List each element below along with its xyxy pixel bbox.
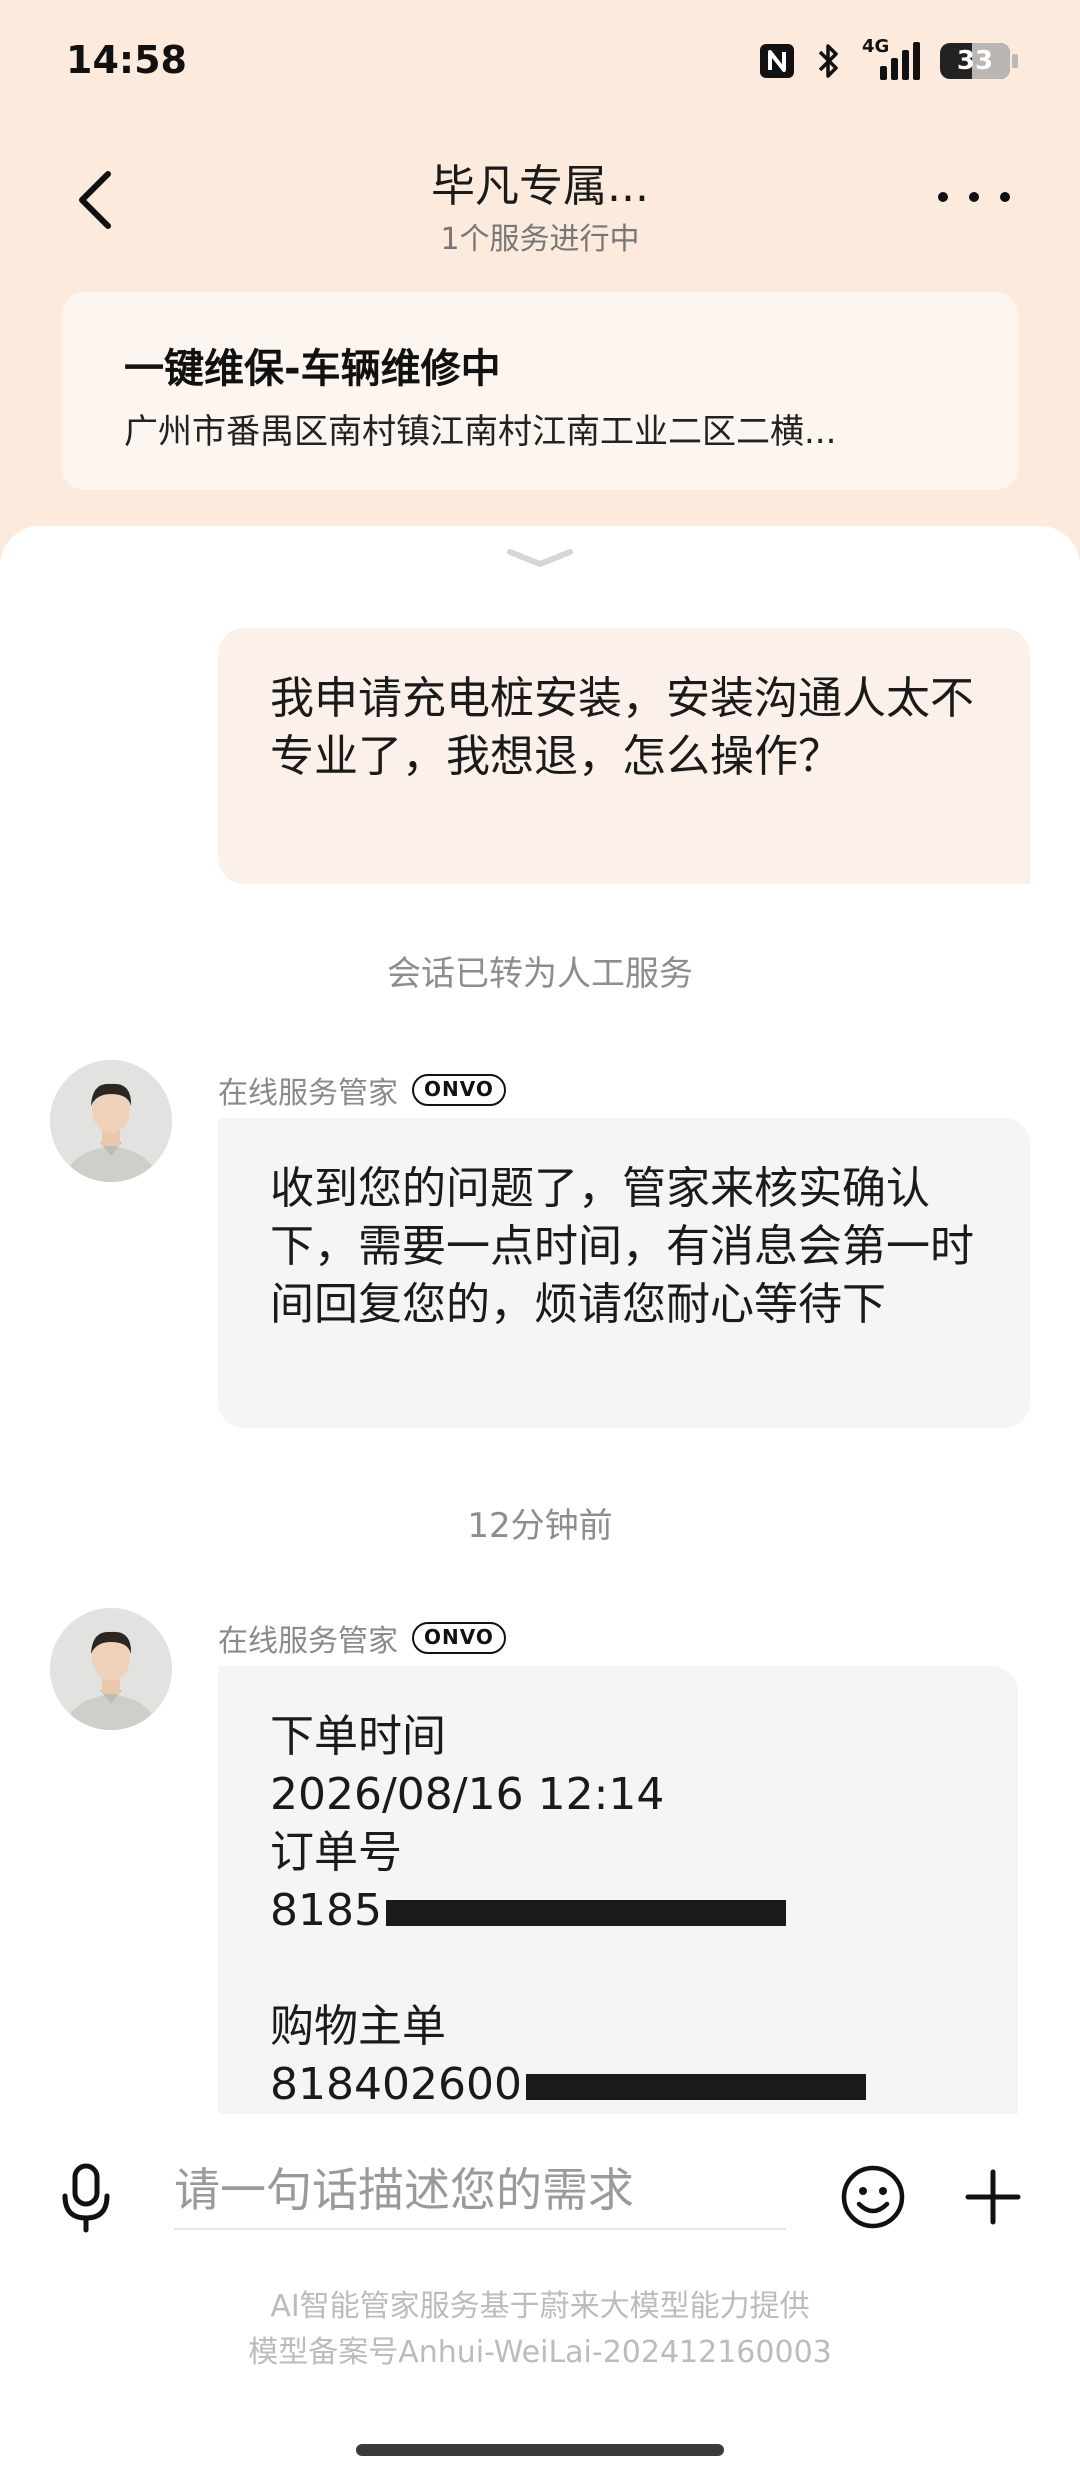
dot-icon	[1000, 192, 1010, 202]
status-icons: 4G 33	[758, 36, 1018, 82]
service-address: 广州市番禺区南村镇江南村江南工业二区二横...	[124, 412, 837, 452]
microphone-icon[interactable]	[58, 2162, 114, 2234]
message-input[interactable]: 请一句话描述您的需求	[174, 2158, 786, 2230]
more-options-button[interactable]	[938, 182, 1010, 212]
dot-icon	[938, 192, 948, 202]
order-number-row: 8185	[270, 1882, 966, 1940]
page-title: 毕凡专属...	[431, 161, 649, 212]
onvo-badge: ONVO	[412, 1074, 506, 1106]
bluetooth-icon	[818, 44, 838, 78]
order-number-label: 订单号	[270, 1827, 402, 1878]
agent-avatar[interactable]	[50, 1060, 172, 1182]
order-number-value: 8185	[270, 1885, 382, 1936]
agent-message-bubble: 收到您的问题了，管家来核实确认下，需要一点时间，有消息会第一时间回复您的，烦请您…	[218, 1118, 1030, 1428]
service-card[interactable]: 一键维保-车辆维修中 广州市番禺区南村镇江南村江南工业二区二横...	[62, 292, 1018, 490]
agent-name-text: 在线服务管家	[218, 1076, 398, 1111]
status-time: 14:58	[66, 38, 187, 82]
redaction-mark	[385, 1900, 786, 1926]
main-order-row: 818402600	[270, 2056, 966, 2114]
plus-icon[interactable]	[964, 2168, 1022, 2226]
main-order-label: 购物主单	[270, 2001, 446, 2052]
redaction-mark	[525, 2074, 866, 2100]
agent-avatar[interactable]	[50, 1608, 172, 1730]
order-time-label: 下单时间	[270, 1711, 446, 1762]
timestamp-note: 12分钟前	[467, 1506, 613, 1546]
agent-name: 在线服务管家 ONVO	[218, 1616, 506, 1660]
agent-name-text: 在线服务管家	[218, 1624, 398, 1659]
battery-icon: 33	[940, 43, 1018, 79]
dot-icon	[969, 192, 979, 202]
order-time-value: 2026/08/16 12:14	[270, 1769, 665, 1820]
order-info-bubble: 下单时间 2026/08/16 12:14 订单号 8185 购物主单 8184…	[218, 1666, 1018, 2126]
onvo-badge: ONVO	[412, 1622, 506, 1654]
signal-icon: 4G	[862, 36, 920, 82]
home-indicator[interactable]	[356, 2444, 724, 2456]
main-order-value: 818402600	[270, 2059, 522, 2110]
disclaimer-line-2: 模型备案号Anhui-WeiLai-202412160003	[248, 2335, 832, 2370]
agent-name: 在线服务管家 ONVO	[218, 1068, 506, 1112]
page-subtitle: 1个服务进行中	[440, 222, 640, 257]
system-note: 会话已转为人工服务	[387, 954, 693, 994]
collapse-handle-icon[interactable]	[506, 546, 574, 570]
ai-disclaimer: AI智能管家服务基于蔚来大模型能力提供 模型备案号Anhui-WeiLai-20…	[0, 2284, 1080, 2376]
disclaimer-line-1: AI智能管家服务基于蔚来大模型能力提供	[270, 2289, 810, 2324]
emoji-icon[interactable]	[840, 2164, 906, 2230]
battery-level: 33	[956, 46, 994, 76]
nfc-icon	[760, 44, 794, 78]
user-message-bubble: 我申请充电桩安装，安装沟通人太不专业了，我想退，怎么操作？	[218, 628, 1030, 884]
service-title: 一键维保-车辆维修中	[124, 346, 501, 392]
status-bar: 14:58 4G 33	[0, 0, 1080, 120]
